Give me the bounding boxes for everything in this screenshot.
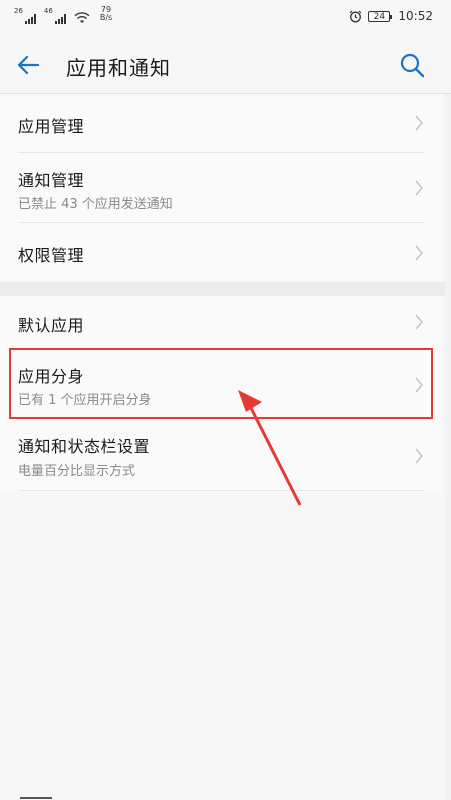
chevron-right-icon xyxy=(415,245,423,261)
page-title: 应用和通知 xyxy=(66,56,171,80)
chevron-right-icon xyxy=(415,448,423,464)
bottom-edge-hint xyxy=(20,797,52,799)
list-item-title: 通知管理 xyxy=(18,171,85,190)
chevron-right-icon xyxy=(415,115,423,131)
clock: 10:52 xyxy=(398,9,433,23)
highlight-box xyxy=(9,348,433,419)
status-right: 24 10:52 xyxy=(349,9,433,23)
signal-icon-1 xyxy=(24,14,36,24)
group-gap xyxy=(0,282,451,296)
wifi-icon xyxy=(74,12,90,23)
list-item-app-management[interactable]: 应用管理 xyxy=(0,94,443,152)
list-item-title: 默认应用 xyxy=(18,316,85,335)
list-item-default-apps[interactable]: 默认应用 xyxy=(0,296,443,348)
list-item-title: 权限管理 xyxy=(18,246,85,265)
network-speed: 79 B/s xyxy=(100,6,112,22)
settings-group-1: 应用管理 通知管理 已禁止 43 个应用发送通知 权限管理 xyxy=(0,94,443,282)
battery-icon: 24 xyxy=(368,10,393,22)
status-left: 26 46 79 B/s xyxy=(14,6,112,24)
list-item-title: 通知和状态栏设置 xyxy=(18,437,151,456)
chevron-right-icon xyxy=(415,314,423,330)
list-item-subtitle: 已禁止 43 个应用发送通知 xyxy=(18,197,173,212)
list-item-title: 应用管理 xyxy=(18,117,85,136)
status-bar: 26 46 79 B/s 24 10:52 xyxy=(0,0,451,34)
list-item-notification-statusbar-settings[interactable]: 通知和状态栏设置 电量百分比显示方式 xyxy=(0,420,443,490)
row-divider xyxy=(18,490,425,491)
list-item-permission-management[interactable]: 权限管理 xyxy=(0,223,443,282)
network-type-2: 46 xyxy=(43,7,53,15)
list-item-subtitle: 电量百分比显示方式 xyxy=(18,464,136,479)
app-bar: 应用和通知 xyxy=(0,34,451,94)
scroll-track xyxy=(445,94,451,800)
search-icon xyxy=(400,53,425,78)
signal-icon-2 xyxy=(54,14,66,24)
alarm-icon xyxy=(349,10,362,22)
list-item-notification-management[interactable]: 通知管理 已禁止 43 个应用发送通知 xyxy=(0,153,443,222)
speed-unit: B/s xyxy=(99,13,113,22)
network-type-1: 26 xyxy=(14,7,23,15)
back-button[interactable] xyxy=(14,50,44,80)
search-button[interactable] xyxy=(397,50,427,80)
back-arrow-icon xyxy=(17,55,40,75)
chevron-right-icon xyxy=(415,180,423,196)
